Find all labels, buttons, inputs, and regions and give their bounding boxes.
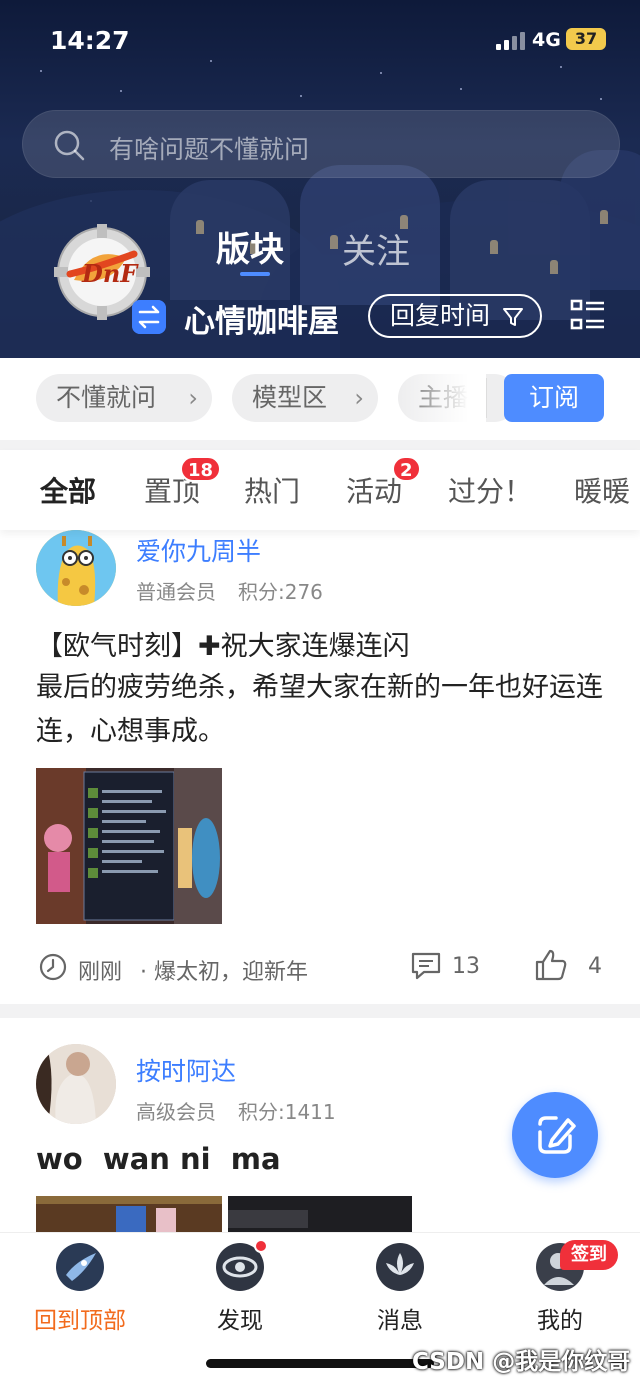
nav-label: 回到顶部: [34, 1308, 126, 1334]
cellular-signal-icon: [496, 32, 525, 50]
header-banner: 14:27 4G 37 有啥问题不懂就问 DnF 版块 关注 心情咖啡屋 回复时…: [0, 0, 640, 358]
post-author[interactable]: 按时阿达: [136, 1052, 236, 1088]
tab-active-indicator: [240, 272, 270, 276]
nav-label: 消息: [377, 1308, 423, 1334]
subscribe-button[interactable]: 订阅: [504, 374, 604, 422]
nav-back-to-top[interactable]: 回到顶部: [20, 1241, 140, 1335]
nav-discover[interactable]: 发现: [180, 1239, 300, 1335]
chip-label: 模型区: [252, 383, 328, 412]
watermark: CSDN @我是你纹哥: [412, 1349, 631, 1375]
eye-icon: [214, 1239, 268, 1293]
checkin-badge[interactable]: 签到: [560, 1240, 618, 1270]
home-indicator[interactable]: [206, 1359, 434, 1368]
scroll-fade: [400, 374, 486, 422]
nav-label: 我的: [537, 1308, 583, 1334]
category-tabs: 全部 置顶 18 热门 活动 2 过分！ 暖暖: [0, 450, 640, 530]
switch-board-icon[interactable]: [132, 300, 166, 334]
filter-icon: [503, 308, 523, 326]
list-menu-icon[interactable]: [570, 298, 606, 332]
battery-icon: 37: [566, 28, 606, 50]
chevron-right-icon: ›: [354, 384, 364, 412]
user-photo-avatar-icon: [36, 1044, 116, 1124]
sort-button[interactable]: 回复时间: [368, 294, 542, 338]
chip-faq[interactable]: 不懂就问 ›: [36, 374, 212, 422]
events-count-badge: 2: [392, 456, 421, 482]
post-author-rank: 高级会员: [136, 1100, 216, 1124]
notification-dot: [254, 1239, 268, 1253]
post-title: 【欧气时刻】✚祝大家连爆连闪: [36, 631, 410, 662]
post-image[interactable]: [36, 1196, 222, 1236]
sort-label: 回复时间: [390, 301, 491, 330]
post-tag[interactable]: · 爆太初，迎新年: [140, 954, 308, 986]
post-body: 最后的疲劳绝杀，希望大家在新的一年也好运连连，心想事成。: [36, 672, 603, 747]
tab-boards[interactable]: 版块: [216, 222, 284, 271]
post-title: wo wan ni ma: [36, 1142, 281, 1176]
chevron-right-icon: ›: [188, 384, 198, 412]
post-separator: [0, 1004, 640, 1018]
category-all[interactable]: 全部: [40, 470, 96, 510]
search-placeholder: 有啥问题不懂就问: [109, 135, 310, 164]
like-count: 4: [588, 954, 602, 979]
status-bar: 14:27 4G 37: [0, 26, 640, 56]
post-card[interactable]: 爱你九周半 普通会员 积分:276 【欧气时刻】✚祝大家连爆连闪 最后的疲劳绝杀…: [0, 530, 640, 1006]
game-screenshot-image: [36, 768, 222, 924]
svg-text:DnF: DnF: [81, 259, 139, 288]
post-author-points: 积分:276: [238, 580, 323, 604]
search-icon: [54, 130, 85, 161]
post-author-points: 积分:1411: [238, 1100, 336, 1124]
game-screenshot-image: [36, 1196, 222, 1236]
post-author-rank: 普通会员: [136, 580, 216, 604]
board-row: 心情咖啡屋 回复时间: [0, 292, 640, 342]
post-author[interactable]: 爱你九周半: [136, 532, 261, 568]
post-image[interactable]: [228, 1196, 412, 1236]
divider: [486, 378, 487, 418]
post-time: 刚刚: [78, 960, 123, 985]
comment-icon[interactable]: [410, 950, 442, 982]
pinned-count-badge: 18: [180, 456, 222, 482]
post-image[interactable]: [36, 768, 222, 924]
category-too-much[interactable]: 过分！: [448, 470, 532, 510]
edit-icon: [538, 1116, 576, 1154]
section-gap: [0, 440, 640, 450]
board-name: 心情咖啡屋: [184, 304, 339, 340]
chip-models[interactable]: 模型区 ›: [232, 374, 378, 422]
thumbs-up-icon[interactable]: [534, 948, 568, 982]
game-screenshot-image: [228, 1196, 412, 1236]
user-avatar[interactable]: [36, 1044, 116, 1124]
search-bar[interactable]: 有啥问题不懂就问: [22, 110, 620, 178]
sub-section-bar: 不懂就问› 模型区› 主播 订阅: [0, 358, 640, 440]
user-avatar[interactable]: [36, 530, 116, 606]
network-type: 4G: [532, 29, 561, 51]
giraffe-avatar-icon: [36, 530, 116, 606]
chip-label: 不懂就问: [56, 383, 157, 412]
compose-post-button[interactable]: [512, 1092, 598, 1178]
status-time: 14:27: [50, 26, 130, 55]
rocket-icon: [54, 1241, 106, 1293]
nav-messages[interactable]: 消息: [340, 1241, 460, 1335]
tab-following[interactable]: 关注: [342, 224, 410, 273]
lotus-icon: [374, 1241, 426, 1293]
category-hot[interactable]: 热门: [244, 470, 300, 510]
clock-icon: [39, 953, 67, 981]
category-warm[interactable]: 暖暖: [574, 470, 630, 510]
comment-count: 13: [452, 954, 480, 979]
nav-label: 发现: [217, 1308, 263, 1334]
